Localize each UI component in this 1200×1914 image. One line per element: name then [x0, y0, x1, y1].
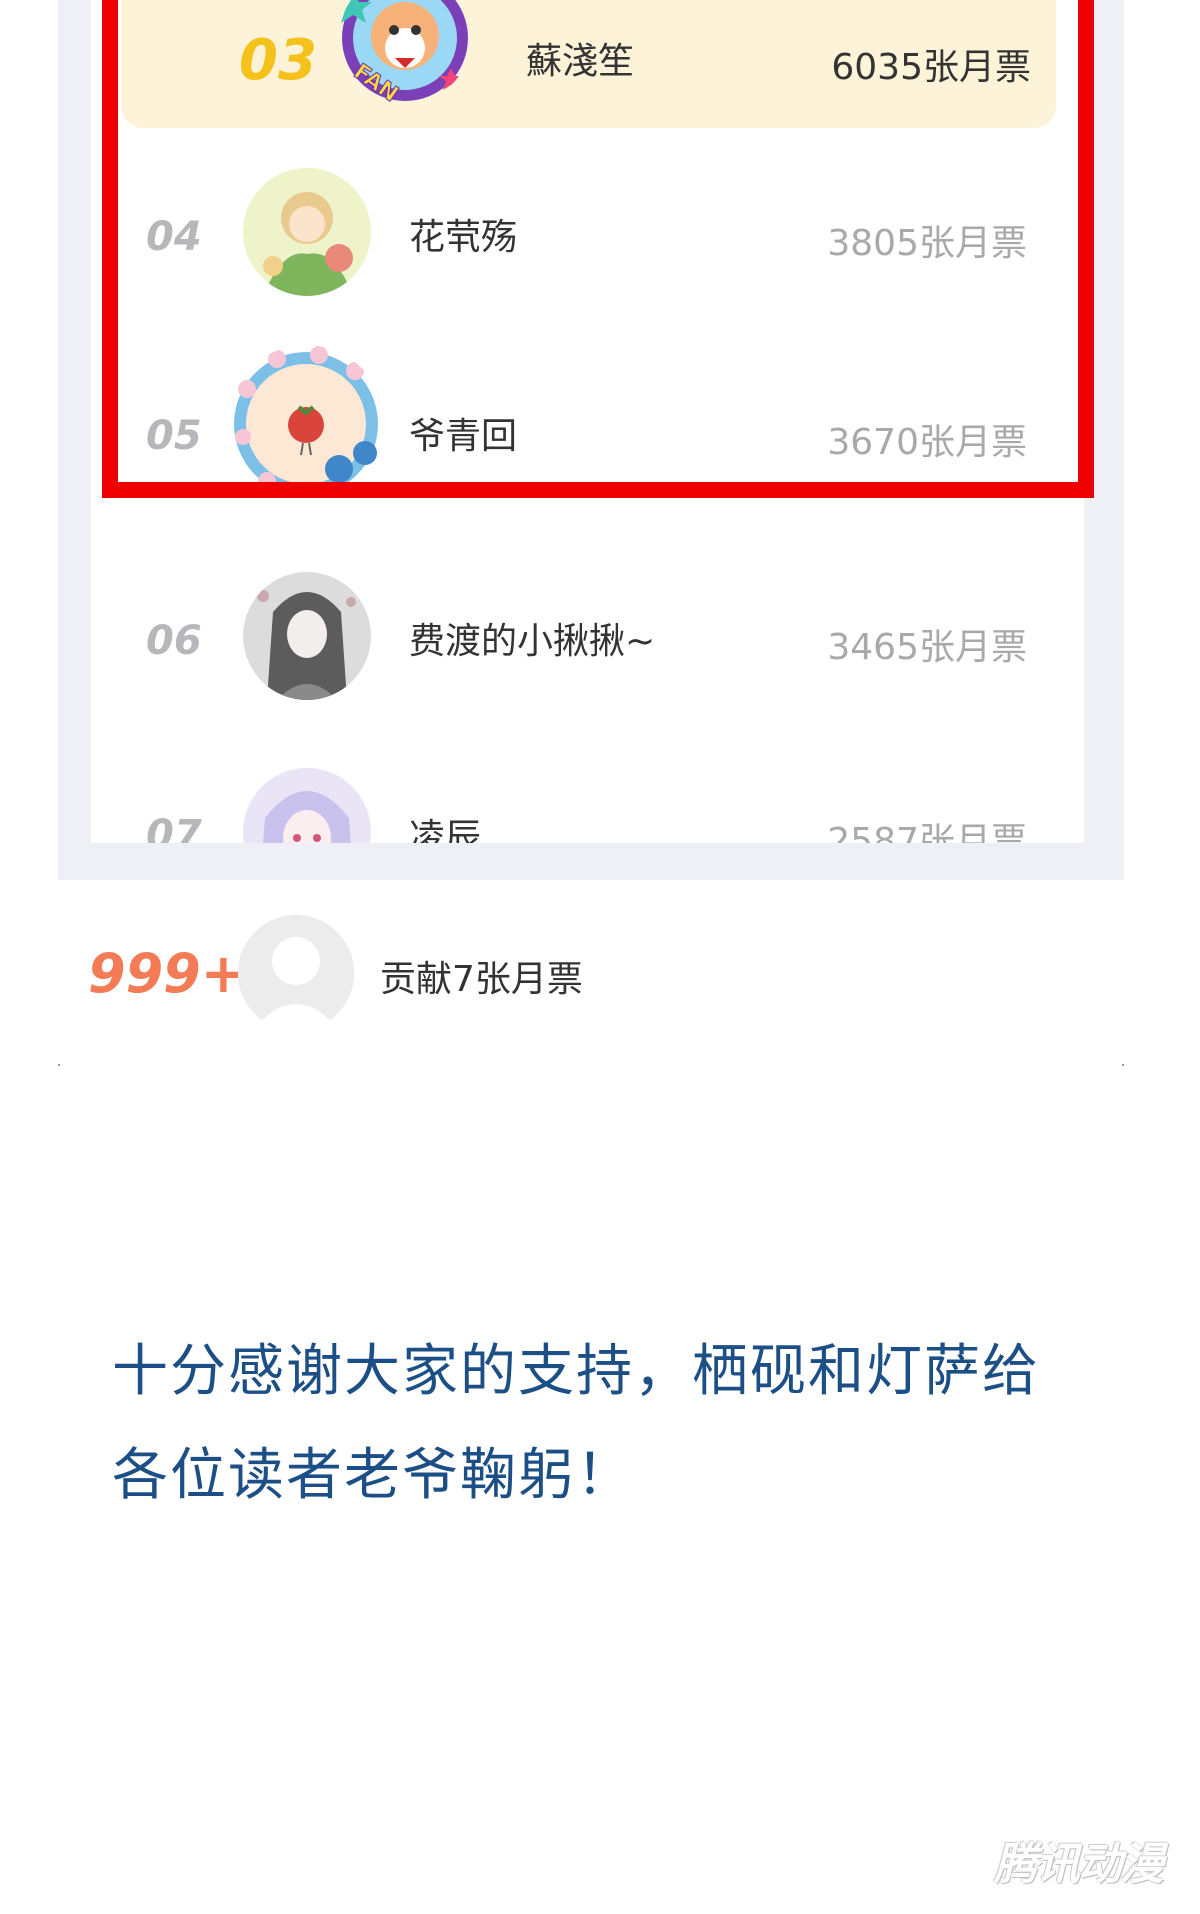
my-rank-number: 999+: [88, 942, 246, 1005]
rank-number: 05: [146, 413, 202, 459]
avatar-fan-badge[interactable]: FAN: [339, 0, 471, 104]
user-name: 花茕殇: [409, 217, 518, 258]
user-name: 爷青回: [409, 416, 518, 457]
vote-count: 2587张月票: [827, 821, 1027, 843]
thank-you-message: 十分感谢大家的支持，栖砚和灯萨给 各位读者老爷鞠躬！: [112, 1320, 1072, 1528]
user-avatar[interactable]: [227, 345, 385, 503]
tencent-comic-watermark-logo: 腾讯动漫: [994, 1839, 1164, 1890]
monthly-ticket-ranking-list: 03 FAN 蘇淺笙 6035张月票 04 花茕殇 3805张月票 05 爷青回…: [91, 0, 1084, 843]
user-name: 凌辰: [409, 817, 482, 843]
user-avatar[interactable]: [243, 572, 371, 700]
rank-number: 03: [239, 28, 317, 93]
vote-count: 3670张月票: [827, 422, 1027, 463]
my-contribution-text: 贡献7张月票: [380, 959, 583, 1000]
ranking-row-03[interactable]: 03 FAN 蘇淺笙 6035张月票: [121, 0, 1056, 128]
user-name: 费渡的小揪揪~: [409, 621, 656, 662]
vote-count: 6035张月票: [831, 47, 1031, 88]
vote-count: 3465张月票: [827, 627, 1027, 668]
user-name: 蘇淺笙: [526, 41, 635, 82]
vote-count: 3805张月票: [827, 223, 1027, 264]
ranking-row-05[interactable]: 05 爷青回 3670张月票: [91, 345, 1084, 515]
rank-number: 06: [146, 618, 202, 664]
ranking-row-04[interactable]: 04 花茕殇 3805张月票: [91, 150, 1084, 320]
divider-dot: [58, 1064, 60, 1066]
ranking-row-07[interactable]: 07 凌辰 2587张月票: [91, 758, 1084, 843]
rank-number: 04: [146, 214, 202, 260]
ranking-row-06[interactable]: 06 费渡的小揪揪~ 3465张月票: [91, 556, 1084, 726]
thank-you-line-1: 十分感谢大家的支持，栖砚和灯萨给: [112, 1339, 1040, 1404]
my-ranking-row[interactable]: 999+ 贡献7张月票: [58, 900, 1124, 1050]
thank-you-line-2: 各位读者老爷鞠躬！: [112, 1443, 634, 1508]
divider-dot: [1122, 1064, 1124, 1066]
user-avatar[interactable]: [243, 168, 371, 296]
rank-number: 07: [146, 812, 202, 843]
default-avatar-icon[interactable]: [238, 915, 354, 1031]
user-avatar[interactable]: [243, 768, 371, 843]
